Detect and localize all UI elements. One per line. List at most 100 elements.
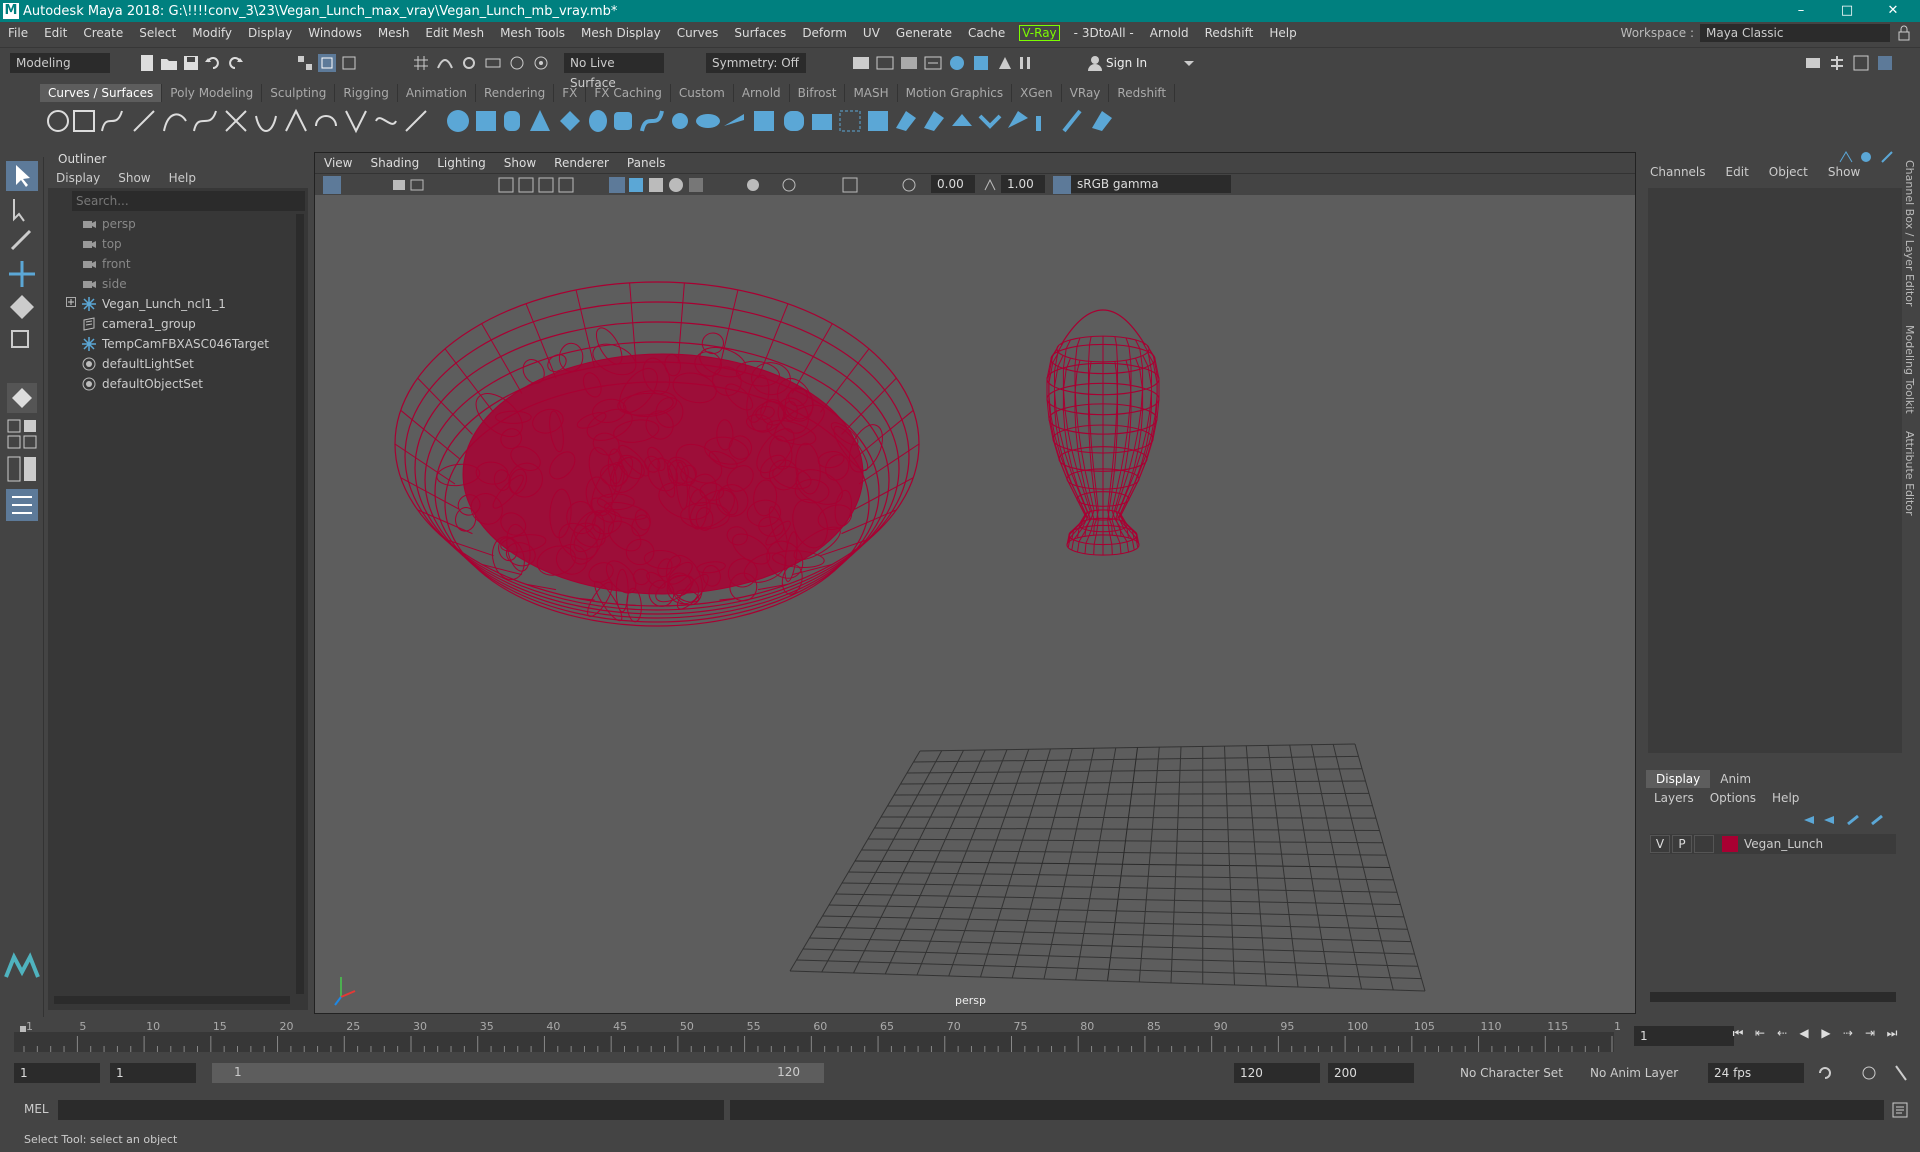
menu-uv[interactable]: UV [855,26,888,40]
move-layer-down-icon[interactable] [1824,816,1834,824]
shelf-tab-motion-graphics[interactable]: Motion Graphics [898,84,1013,102]
menu-deform[interactable]: Deform [794,26,855,40]
menu-mesh-tools[interactable]: Mesh Tools [492,26,573,40]
exposure-input[interactable]: 0.00 [931,175,975,193]
select-by-hierarchy-icon[interactable] [296,54,314,72]
menu-edit[interactable]: Edit [36,26,75,40]
shelf-tab-custom[interactable]: Custom [671,84,734,102]
viewport-menu-shading[interactable]: Shading [361,153,428,173]
channel-box-menu-edit[interactable]: Edit [1726,160,1749,184]
attach-curve-icon[interactable] [255,115,277,132]
current-frame-input[interactable]: 1 [1634,1026,1734,1046]
menu-vray[interactable]: V-Ray [1019,25,1060,41]
layer-hscrollbar[interactable] [1650,992,1896,1002]
menu-create[interactable]: Create [75,26,131,40]
shadows-icon[interactable] [747,179,759,191]
shelf-tab-rigging[interactable]: Rigging [335,84,398,102]
expand-icon[interactable] [66,297,76,307]
menu-help[interactable]: Help [1261,26,1304,40]
mel-input[interactable] [58,1100,724,1120]
outliner-item[interactable]: defaultLightSet [82,354,194,374]
rebuild-surface-icon[interactable] [1008,111,1028,128]
play-backwards-icon[interactable]: ◀ [1796,1025,1812,1041]
nurbs-sphere-icon[interactable] [447,110,469,132]
channel-box-menu-channels[interactable]: Channels [1650,160,1706,184]
snap-view-plane-icon[interactable] [484,54,502,72]
new-empty-layer-icon[interactable] [1847,814,1859,826]
playback-end-input[interactable]: 120 [1234,1063,1320,1083]
ipr-render-icon[interactable] [900,54,918,72]
revolve-icon[interactable] [614,112,632,130]
snap-surface-icon[interactable] [532,54,550,72]
bevel-plus-icon[interactable] [812,114,832,130]
nurbs-torus-icon[interactable] [589,110,607,132]
gamma-icon[interactable] [981,176,999,194]
close-button[interactable]: ✕ [1870,0,1916,22]
layer-display-type-toggle[interactable] [1694,835,1714,853]
side-tab-channel-box[interactable]: Channel Box / Layer Editor [1903,160,1916,307]
shelf-tab-redshift[interactable]: Redshift [1109,84,1176,102]
outliner-menu-help[interactable]: Help [169,168,196,188]
chevron-down-icon[interactable] [1180,54,1198,72]
vray-render-icon[interactable] [948,54,966,72]
channel-box-layout-icon[interactable] [1839,151,1853,163]
outliner-vscrollbar[interactable] [296,214,304,994]
menu-file[interactable]: File [0,26,36,40]
channel-box-settings-icon[interactable] [1861,152,1871,162]
menu-cache[interactable]: Cache [960,26,1013,40]
outliner-item[interactable]: front [82,254,131,274]
untrim-icon[interactable] [896,111,916,131]
outliner-item[interactable]: defaultObjectSet [82,374,203,394]
project-curve-icon[interactable] [839,110,861,132]
layer-menu-options[interactable]: Options [1710,788,1756,808]
film-gate-icon[interactable] [518,177,534,193]
loop-icon[interactable] [1819,1067,1831,1079]
menu-redshift[interactable]: Redshift [1197,26,1262,40]
nurbs-cylinder-icon[interactable] [504,111,520,131]
move-layer-up-icon[interactable] [1804,816,1814,824]
viewport-canvas[interactable] [315,195,1635,1013]
new-layer-from-selected-icon[interactable] [1871,814,1883,826]
nurbs-cone-icon[interactable] [530,110,550,131]
select-by-object-icon[interactable] [318,54,336,72]
xray-icon[interactable] [689,178,703,192]
lasso-tool-icon[interactable] [13,199,25,222]
fillet-curve-icon[interactable] [315,115,337,127]
stitch-icon[interactable] [1092,111,1112,131]
script-editor-icon[interactable] [1892,1102,1908,1118]
anim-end-input[interactable]: 200 [1328,1063,1414,1083]
step-forward-frame-icon[interactable]: ⇢ [1840,1025,1856,1041]
layer-menu-help[interactable]: Help [1772,788,1799,808]
snap-grid-icon[interactable] [412,54,430,72]
undo-icon[interactable] [204,54,222,72]
shelf-tab-fx[interactable]: FX [554,84,587,102]
menu-display[interactable]: Display [240,26,300,40]
isolate-select-icon[interactable] [842,177,858,193]
playback-start-input[interactable]: 1 [110,1063,196,1083]
sign-in-button[interactable]: Sign In [1106,56,1147,70]
loft-icon[interactable] [640,110,664,132]
anim-start-input[interactable]: 1 [14,1063,100,1083]
curve-intersect-icon[interactable] [225,110,247,132]
live-surface-field[interactable]: No Live Surface [564,53,664,90]
layer-playback-toggle[interactable]: P [1672,835,1692,853]
redo-icon[interactable] [226,54,244,72]
menu-mesh-display[interactable]: Mesh Display [573,26,669,40]
layer-color-swatch[interactable] [1722,836,1738,852]
bookmarks-icon[interactable] [410,179,424,191]
outliner-item[interactable]: side [82,274,127,294]
scale-tool-icon[interactable] [11,330,29,348]
symmetry-dropdown[interactable]: Symmetry: Off [706,53,806,73]
pause-icon[interactable] [1016,54,1034,72]
anim-layer-dropdown[interactable]: No Anim Layer [1590,1066,1678,1080]
sculpt-geometry-icon[interactable] [1036,116,1041,131]
shelf-tab-poly-modeling[interactable]: Poly Modeling [162,84,263,102]
move-tool-icon[interactable] [9,261,35,287]
outliner-hscrollbar[interactable] [54,996,290,1004]
tab-display[interactable]: Display [1646,770,1711,788]
color-space-dropdown[interactable]: sRGB gamma [1071,175,1231,193]
menu-select[interactable]: Select [131,26,184,40]
save-scene-icon[interactable] [182,54,200,72]
smooth-shade-icon[interactable] [629,178,643,192]
channel-box-menu-object[interactable]: Object [1769,160,1808,184]
